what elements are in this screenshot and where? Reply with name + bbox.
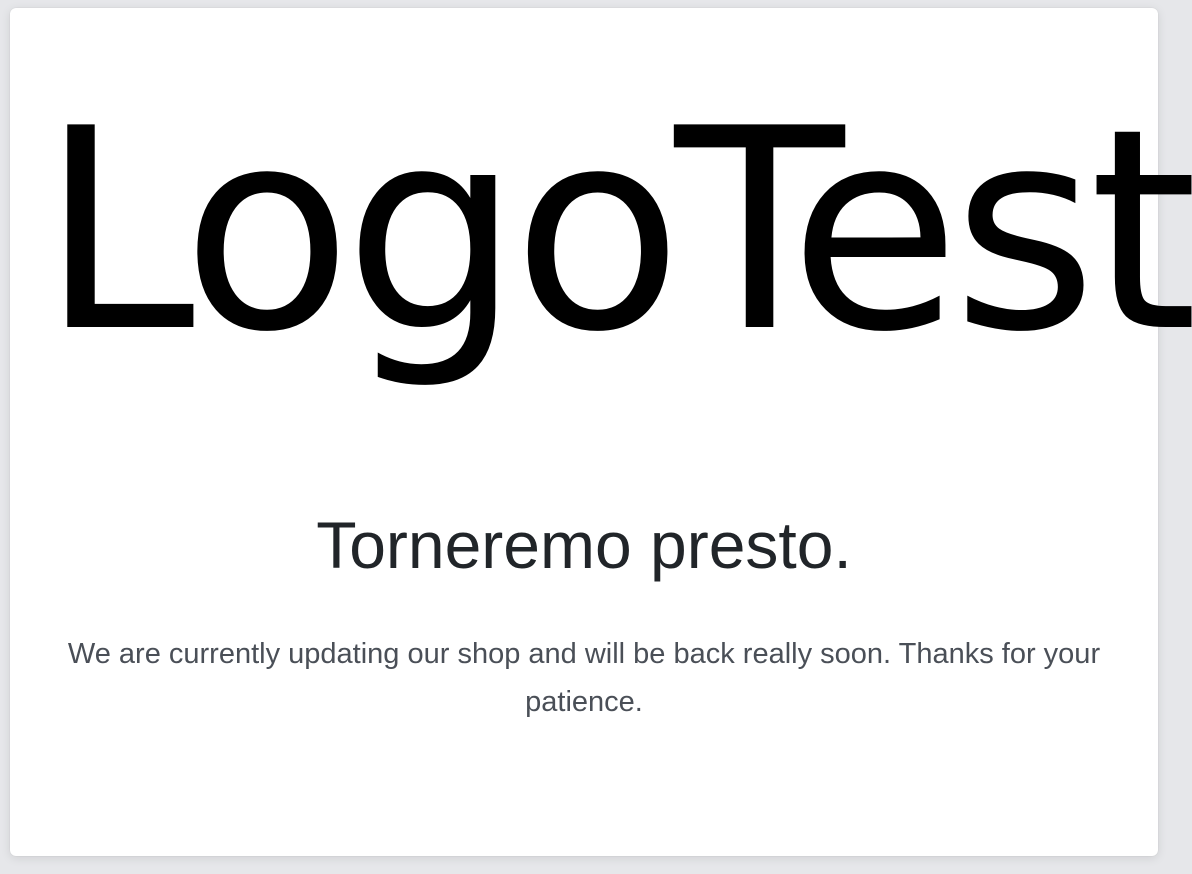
maintenance-message: We are currently updating our shop and w… xyxy=(67,638,1101,718)
maintenance-card xyxy=(10,8,1158,856)
page-title: Torneremo presto. xyxy=(316,508,852,582)
